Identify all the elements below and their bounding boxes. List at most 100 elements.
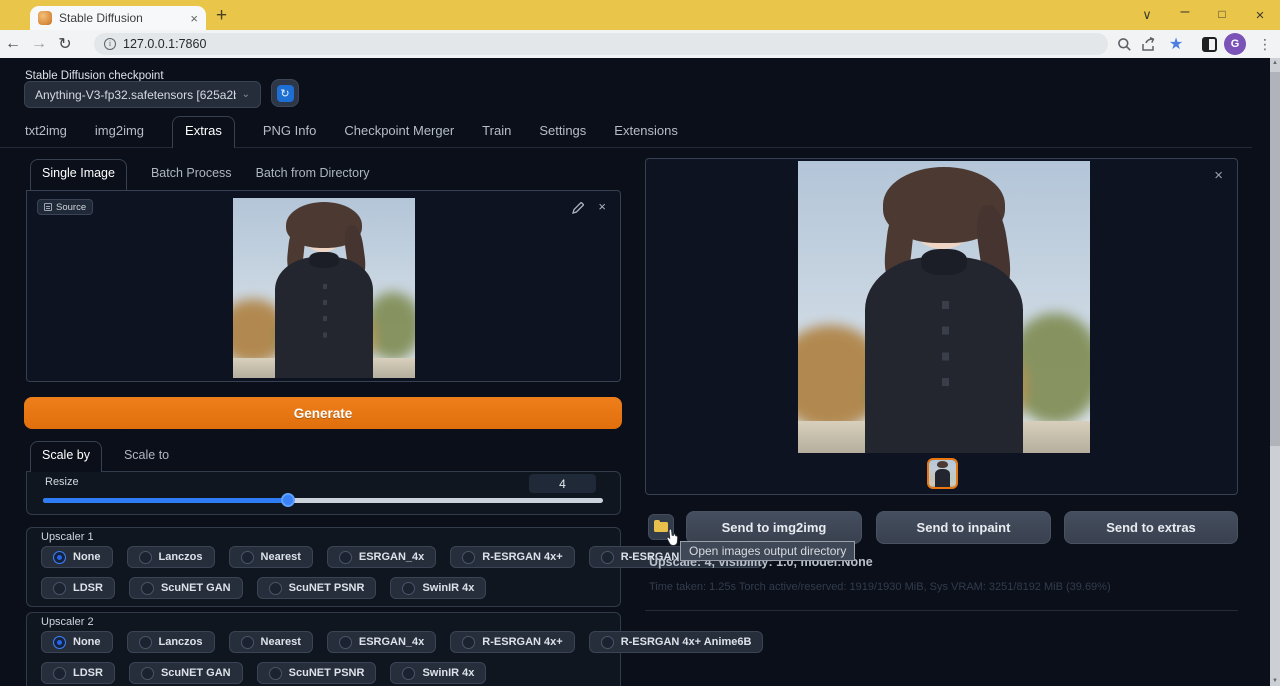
footer-stats-text: Time taken: 1.25s Torch active/reserved:… xyxy=(649,581,1111,593)
refresh-icon: ↻ xyxy=(277,85,294,102)
tab-settings[interactable]: Settings xyxy=(539,123,586,147)
tab-scale-to[interactable]: Scale to xyxy=(124,448,169,471)
tab-txt2img[interactable]: txt2img xyxy=(25,123,67,147)
new-tab-button[interactable]: + xyxy=(216,5,227,27)
bookmark-star-icon[interactable]: ★ xyxy=(1165,33,1187,55)
upscaler2-option-swinir4x[interactable]: SwinIR 4x xyxy=(390,662,486,684)
menu-kebab-icon[interactable]: ⋮ xyxy=(1254,33,1276,55)
radio-icon xyxy=(139,551,152,564)
avatar[interactable]: G xyxy=(1224,33,1246,55)
favicon-icon xyxy=(38,11,52,25)
generate-button[interactable]: Generate xyxy=(24,397,622,429)
tab-extensions[interactable]: Extensions xyxy=(614,123,678,147)
upscaler2-option-esrgan4x[interactable]: ESRGAN_4x xyxy=(327,631,436,653)
radio-icon xyxy=(53,667,66,680)
share-icon[interactable] xyxy=(1138,33,1160,55)
image-icon xyxy=(44,203,52,211)
radio-icon xyxy=(269,582,282,595)
window-close-button[interactable]: × xyxy=(1251,7,1269,24)
resize-slider[interactable] xyxy=(43,498,603,503)
source-badge: Source xyxy=(37,199,93,215)
tab-extras[interactable]: Extras xyxy=(172,116,235,148)
radio-icon xyxy=(269,667,282,680)
slider-thumb[interactable] xyxy=(281,493,295,507)
radio-icon xyxy=(139,636,152,649)
upscaler1-option-none[interactable]: None xyxy=(41,546,113,568)
main-tab-bar: txt2img img2img Extras PNG Info Checkpoi… xyxy=(0,118,1252,148)
reload-icon[interactable]: ↻ xyxy=(52,34,78,54)
radio-icon xyxy=(141,582,154,595)
sd-webui-page: Stable Diffusion checkpoint Anything-V3-… xyxy=(0,58,1270,686)
radio-icon xyxy=(462,551,475,564)
scale-tab-bar: Scale by Scale to xyxy=(24,440,622,471)
scroll-up-icon[interactable]: ▲ xyxy=(1270,60,1280,66)
upscaler1-option-scunet-psnr[interactable]: ScuNET PSNR xyxy=(257,577,377,599)
upscaler2-option-scunet-gan[interactable]: ScuNET GAN xyxy=(129,662,243,684)
radio-icon xyxy=(141,667,154,680)
upscaler2-option-nearest[interactable]: Nearest xyxy=(229,631,313,653)
side-panel-icon[interactable] xyxy=(1198,33,1220,55)
radio-selected-icon xyxy=(53,551,66,564)
upscaler2-option-resrgan-anime6b[interactable]: R-ESRGAN 4x+ Anime6B xyxy=(589,631,764,653)
radio-icon xyxy=(53,582,66,595)
upscaler1-option-lanczos[interactable]: Lanczos xyxy=(127,546,215,568)
send-to-inpaint-button[interactable]: Send to inpaint xyxy=(876,511,1051,544)
upscaler1-option-scunet-gan[interactable]: ScuNET GAN xyxy=(129,577,243,599)
url-text: 127.0.0.1:7860 xyxy=(123,37,206,51)
upscaler2-option-resrgan4x[interactable]: R-ESRGAN 4x+ xyxy=(450,631,574,653)
window-maximize-button[interactable]: □ xyxy=(1213,7,1231,21)
tab-batch-process[interactable]: Batch Process xyxy=(151,166,232,189)
radio-icon xyxy=(241,551,254,564)
scroll-down-icon[interactable]: ▼ xyxy=(1270,678,1280,684)
gallery-thumbnail[interactable] xyxy=(927,458,958,489)
screen: Stable Diffusion × + ∨ – □ × ← → ↻ i 127… xyxy=(0,0,1280,686)
tab-png-info[interactable]: PNG Info xyxy=(263,123,316,147)
radio-icon xyxy=(462,636,475,649)
tab-checkpoint-merger[interactable]: Checkpoint Merger xyxy=(344,123,454,147)
tab-scale-by[interactable]: Scale by xyxy=(30,441,102,472)
send-to-img2img-button[interactable]: Send to img2img xyxy=(686,511,862,544)
tab-train[interactable]: Train xyxy=(482,123,511,147)
forward-icon[interactable]: → xyxy=(26,35,52,53)
checkpoint-value: Anything-V3-fp32.safetensors [625a2ba2] xyxy=(35,88,236,102)
tab-img2img[interactable]: img2img xyxy=(95,123,144,147)
tab-search-icon[interactable]: ∨ xyxy=(1138,7,1156,23)
edit-image-icon[interactable] xyxy=(572,201,584,219)
resize-value-input[interactable]: 4 xyxy=(529,474,596,493)
upscaler1-option-swinir4x[interactable]: SwinIR 4x xyxy=(390,577,486,599)
site-info-icon[interactable]: i xyxy=(104,38,116,50)
upscaler1-option-ldsr[interactable]: LDSR xyxy=(41,577,115,599)
result-image[interactable] xyxy=(798,161,1090,453)
resize-panel: Resize 4 xyxy=(26,471,621,515)
upscaler1-option-esrgan4x[interactable]: ESRGAN_4x xyxy=(327,546,436,568)
upscaler2-option-lanczos[interactable]: Lanczos xyxy=(127,631,215,653)
radio-icon xyxy=(601,551,614,564)
cursor-hand-icon xyxy=(664,528,680,553)
tab-close-icon[interactable]: × xyxy=(190,11,198,26)
upscaler2-option-ldsr[interactable]: LDSR xyxy=(41,662,115,684)
send-to-extras-button[interactable]: Send to extras xyxy=(1064,511,1238,544)
upscaler2-option-none[interactable]: None xyxy=(41,631,113,653)
source-image-dropzone[interactable]: Source × xyxy=(26,190,621,382)
upscaler2-option-scunet-psnr[interactable]: ScuNET PSNR xyxy=(257,662,377,684)
checkpoint-dropdown[interactable]: Anything-V3-fp32.safetensors [625a2ba2] … xyxy=(24,81,261,108)
tab-single-image[interactable]: Single Image xyxy=(30,159,127,190)
url-bar[interactable]: i 127.0.0.1:7860 xyxy=(94,33,1108,55)
divider xyxy=(645,610,1238,611)
refresh-checkpoints-button[interactable]: ↻ xyxy=(271,79,299,107)
radio-icon xyxy=(402,582,415,595)
radio-icon xyxy=(339,636,352,649)
window-minimize-button[interactable]: – xyxy=(1176,3,1194,21)
page-scrollbar[interactable]: ▲ ▼ xyxy=(1270,58,1280,686)
gallery-close-icon[interactable]: × xyxy=(1214,167,1223,184)
upscaler1-option-resrgan4x[interactable]: R-ESRGAN 4x+ xyxy=(450,546,574,568)
zoom-icon[interactable] xyxy=(1113,33,1135,55)
upscaler1-option-nearest[interactable]: Nearest xyxy=(229,546,313,568)
tab-batch-from-directory[interactable]: Batch from Directory xyxy=(256,166,370,189)
clear-image-icon[interactable]: × xyxy=(598,199,606,214)
browser-tabstrip: Stable Diffusion × + ∨ – □ × xyxy=(0,0,1280,30)
scrollbar-thumb[interactable] xyxy=(1270,72,1280,446)
browser-tab[interactable]: Stable Diffusion × xyxy=(30,6,206,30)
radio-icon xyxy=(339,551,352,564)
back-icon[interactable]: ← xyxy=(0,35,26,53)
